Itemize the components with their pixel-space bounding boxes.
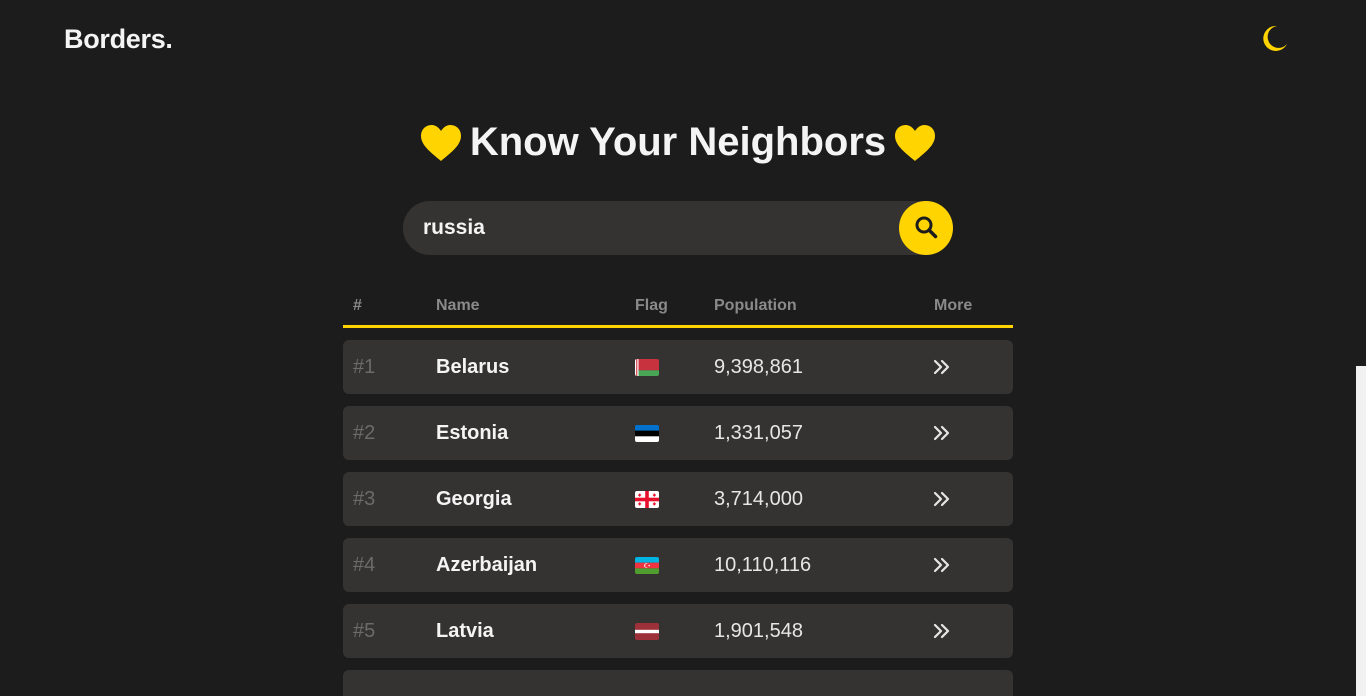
row-country-name: Estonia <box>436 421 509 444</box>
row-rank: #1 <box>353 355 376 378</box>
search-bar <box>403 201 953 255</box>
search-button[interactable] <box>899 201 953 255</box>
yellow-heart-icon <box>420 124 462 162</box>
row-population: 10,110,116 <box>714 553 812 576</box>
row-rank: #2 <box>353 421 376 444</box>
belarus-flag-icon <box>635 340 659 394</box>
row-country-name: Latvia <box>436 619 494 642</box>
table-row: #2 Estonia 1,331,057 <box>343 406 1013 460</box>
double-chevron-right-icon <box>933 623 950 639</box>
header-name: Name <box>436 297 480 314</box>
header: Borders. <box>0 0 1356 80</box>
crescent-moon-icon[interactable] <box>1258 22 1290 54</box>
estonia-flag-icon <box>635 406 659 460</box>
row-country-name: Georgia <box>436 487 512 510</box>
table-row: #5 Latvia 1,901,548 <box>343 604 1013 658</box>
more-button[interactable] <box>932 406 952 460</box>
azerbaijan-flag-icon <box>635 538 659 592</box>
double-chevron-right-icon <box>933 557 950 573</box>
scrollbar-thumb[interactable] <box>1356 366 1366 696</box>
page: Borders. Know Your Neighbors russia # Na… <box>0 0 1356 696</box>
row-country-name: Azerbaijan <box>436 553 538 576</box>
logo[interactable]: Borders. <box>64 24 173 55</box>
more-button[interactable] <box>932 340 952 394</box>
scrollbar-track[interactable] <box>1356 0 1366 696</box>
row-population: 1,901,548 <box>714 619 803 642</box>
yellow-heart-icon <box>894 124 936 162</box>
header-population: Population <box>714 297 797 314</box>
row-country-name: Belarus <box>436 355 510 378</box>
row-population: 9,398,861 <box>714 355 803 378</box>
row-population: 3,714,000 <box>714 487 803 510</box>
more-button[interactable] <box>932 538 952 592</box>
page-title: Know Your Neighbors <box>0 120 1356 165</box>
header-more: More <box>934 297 973 314</box>
more-button[interactable] <box>932 604 952 658</box>
georgia-flag-icon <box>635 472 659 526</box>
table-row: #1 Belarus 9,398,861 <box>343 340 1013 394</box>
double-chevron-right-icon <box>933 425 950 441</box>
search-icon <box>914 215 938 242</box>
latvia-flag-icon <box>635 604 659 658</box>
row-rank: #4 <box>353 553 376 576</box>
page-title-text: Know Your Neighbors <box>469 120 887 164</box>
double-chevron-right-icon <box>933 359 950 375</box>
table-header: # Name Flag Population More <box>343 290 1013 328</box>
table-row: #3 Georgia 3,714,000 <box>343 472 1013 526</box>
double-chevron-right-icon <box>933 491 950 507</box>
row-population: 1,331,057 <box>714 421 803 444</box>
header-flag: Flag <box>635 297 668 314</box>
table-row <box>343 670 1013 696</box>
more-button[interactable] <box>932 472 952 526</box>
header-rank: # <box>353 297 362 314</box>
table-row: #4 Azerbaijan 10,110,116 <box>343 538 1013 592</box>
row-rank: #5 <box>353 619 376 642</box>
row-rank: #3 <box>353 487 376 510</box>
search-input[interactable] <box>423 201 893 255</box>
neighbors-table: # Name Flag Population More #1 Belarus 9… <box>343 290 1013 696</box>
